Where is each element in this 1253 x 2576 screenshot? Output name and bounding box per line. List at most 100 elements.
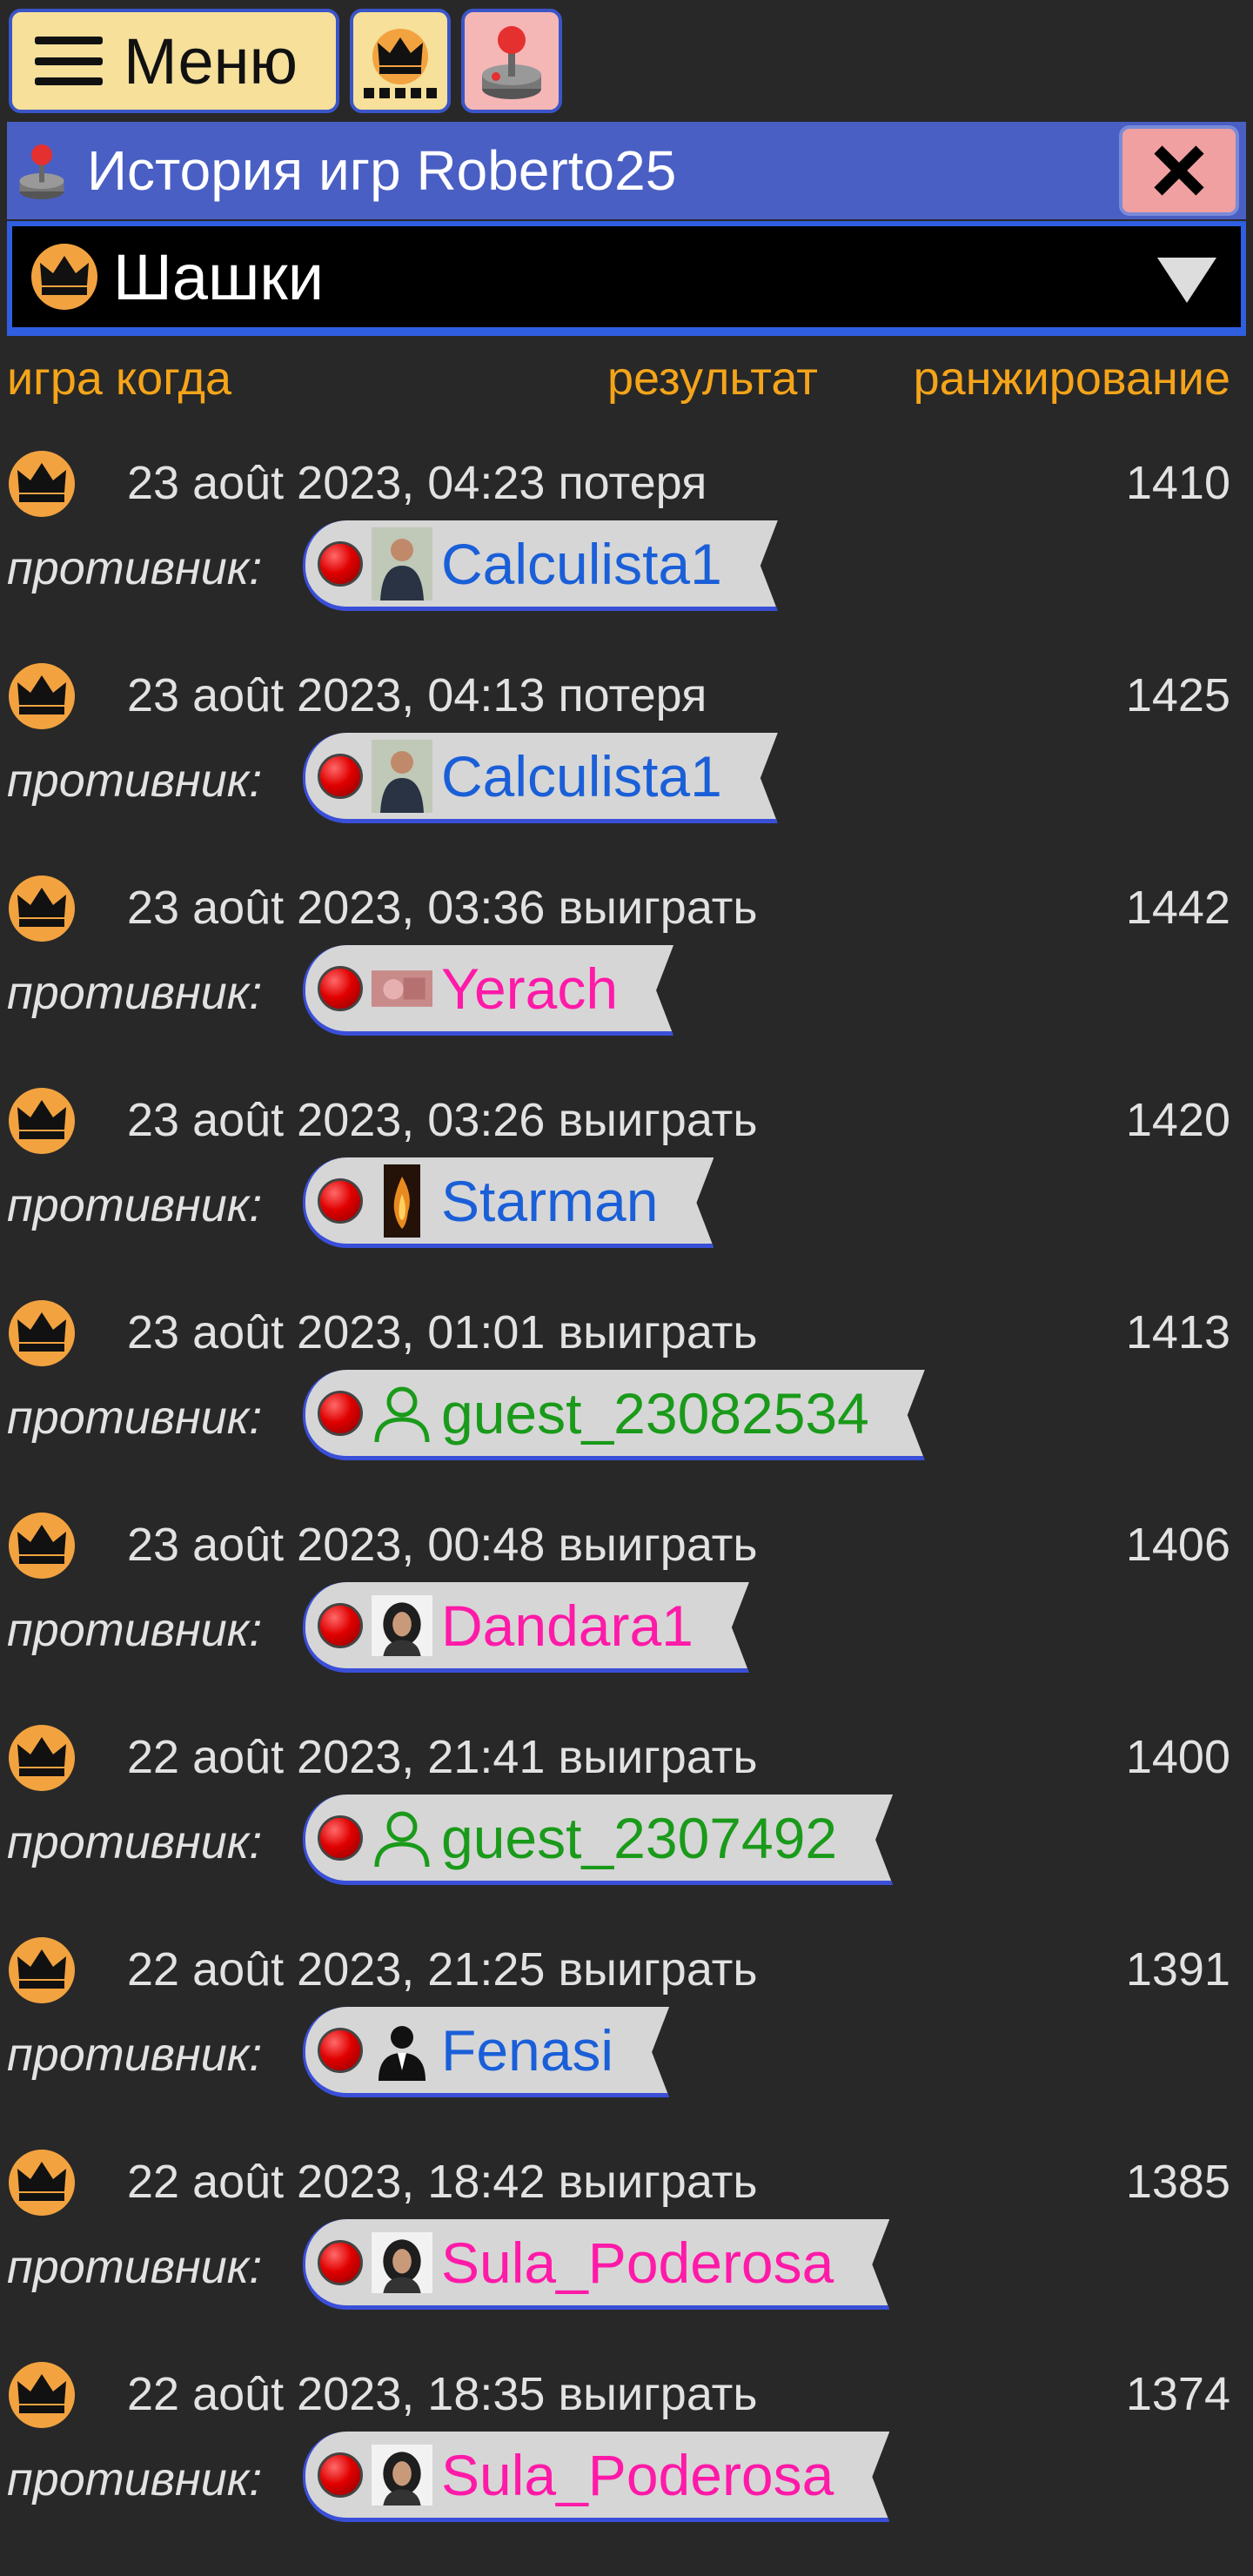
opponent-label: противник: bbox=[7, 1179, 263, 1231]
opponent-name: Calculista1 bbox=[441, 743, 722, 808]
game-when-result: 23 août 2023, 03:36 выиграть bbox=[127, 882, 758, 934]
title-bar: История игр Roberto25 bbox=[7, 122, 1246, 219]
opponent-name: Starman bbox=[441, 1168, 659, 1233]
opponent-chip[interactable]: Yerach bbox=[303, 945, 673, 1036]
opponent-name: Sula_Poderosa bbox=[441, 2442, 834, 2507]
game-rating: 1413 bbox=[1125, 1306, 1230, 1358]
joystick-button[interactable] bbox=[461, 9, 562, 113]
game-row[interactable]: 22 août 2023, 18:42 выиграть 1385 противни… bbox=[0, 2143, 1253, 2355]
opponent-name: guest_2307492 bbox=[441, 1805, 838, 1870]
game-when-result: 23 août 2023, 04:23 потеря bbox=[127, 457, 707, 509]
opponent-name: Sula_Poderosa bbox=[441, 2230, 834, 2295]
status-dot-icon bbox=[318, 966, 363, 1011]
top-toolbar: Меню bbox=[9, 9, 562, 117]
game-rating: 1385 bbox=[1125, 2156, 1230, 2208]
crown-icon bbox=[7, 1298, 77, 1372]
crown-icon bbox=[7, 1723, 77, 1797]
opponent-chip[interactable]: Calculista1 bbox=[303, 520, 778, 611]
game-row[interactable]: 23 août 2023, 03:26 выиграть 1420 противни… bbox=[0, 1081, 1253, 1293]
crown-icon bbox=[7, 874, 77, 948]
avatar bbox=[372, 533, 432, 594]
opponent-label: противник: bbox=[7, 1816, 263, 1868]
selected-game: Шашки bbox=[113, 240, 325, 313]
game-when-result: 22 août 2023, 21:41 выиграть bbox=[127, 1731, 758, 1783]
status-dot-icon bbox=[318, 1178, 363, 1224]
crown-icon bbox=[7, 2148, 77, 2222]
game-rating: 1374 bbox=[1125, 2368, 1230, 2420]
game-when-result: 23 août 2023, 04:13 потеря bbox=[127, 669, 707, 721]
game-rating: 1406 bbox=[1125, 1519, 1230, 1571]
table-header: игра когда результат ранжирование bbox=[0, 348, 1253, 409]
crown-icon bbox=[7, 2360, 77, 2434]
game-rating: 1442 bbox=[1125, 882, 1230, 934]
status-dot-icon bbox=[318, 2452, 363, 2498]
opponent-chip[interactable]: Starman bbox=[303, 1157, 714, 1248]
game-row[interactable]: 22 août 2023, 21:25 выиграть 1391 противни… bbox=[0, 1930, 1253, 2143]
header-game-when: игра когда bbox=[7, 352, 232, 405]
status-dot-icon bbox=[318, 2028, 363, 2073]
status-dot-icon bbox=[318, 2240, 363, 2285]
close-button[interactable] bbox=[1119, 125, 1239, 216]
opponent-chip[interactable]: Calculista1 bbox=[303, 733, 778, 823]
crown-icon bbox=[7, 1511, 77, 1585]
opponent-chip[interactable]: Fenasi bbox=[303, 2007, 669, 2097]
game-rating: 1410 bbox=[1125, 457, 1230, 509]
opponent-chip[interactable]: guest_2307492 bbox=[303, 1794, 893, 1885]
crown-icon bbox=[7, 1935, 77, 2009]
game-when-result: 22 août 2023, 21:25 выиграть bbox=[127, 1943, 758, 1996]
avatar bbox=[372, 2232, 432, 2293]
status-dot-icon bbox=[318, 1815, 363, 1861]
dropdown-arrow-icon bbox=[1157, 258, 1216, 303]
game-row[interactable]: 23 août 2023, 04:23 потеря 1410 противник:… bbox=[0, 444, 1253, 656]
games-list: 23 août 2023, 04:23 потеря 1410 противник:… bbox=[0, 444, 1253, 2567]
avatar bbox=[372, 746, 432, 807]
game-row[interactable]: 23 août 2023, 03:36 выиграть 1442 противни… bbox=[0, 869, 1253, 1081]
game-when-result: 22 août 2023, 18:42 выиграть bbox=[127, 2156, 758, 2208]
joystick-icon bbox=[482, 26, 541, 99]
status-dot-icon bbox=[318, 754, 363, 799]
opponent-chip[interactable]: Sula_Poderosa bbox=[303, 2432, 889, 2522]
header-result: результат bbox=[607, 352, 818, 405]
opponent-chip[interactable]: Sula_Poderosa bbox=[303, 2219, 889, 2310]
game-rating: 1400 bbox=[1125, 1731, 1230, 1783]
opponent-name: Calculista1 bbox=[441, 531, 722, 596]
opponent-chip[interactable]: guest_23082534 bbox=[303, 1370, 925, 1460]
dots-indicator bbox=[364, 88, 437, 98]
game-when-result: 22 août 2023, 18:35 выиграть bbox=[127, 2368, 758, 2420]
crown-games-button[interactable] bbox=[350, 9, 451, 113]
avatar bbox=[372, 1595, 432, 1656]
game-rating: 1391 bbox=[1125, 1943, 1230, 1996]
opponent-label: противник: bbox=[7, 2453, 263, 2506]
status-dot-icon bbox=[318, 541, 363, 587]
opponent-chip[interactable]: Dandara1 bbox=[303, 1582, 749, 1673]
opponent-label: противник: bbox=[7, 1392, 263, 1444]
opponent-name: Yerach bbox=[441, 956, 619, 1021]
status-dot-icon bbox=[318, 1603, 363, 1648]
game-row[interactable]: 22 août 2023, 18:35 выиграть 1374 противни… bbox=[0, 2355, 1253, 2567]
opponent-name: Dandara1 bbox=[441, 1593, 694, 1658]
menu-button[interactable]: Меню bbox=[9, 9, 339, 113]
crown-icon bbox=[7, 1086, 77, 1160]
game-rating: 1425 bbox=[1125, 669, 1230, 721]
menu-label: Меню bbox=[124, 24, 298, 97]
crown-icon bbox=[7, 661, 77, 735]
avatar bbox=[372, 1383, 432, 1444]
status-dot-icon bbox=[318, 1391, 363, 1436]
header-rating: ранжирование bbox=[913, 352, 1230, 405]
close-icon bbox=[1154, 145, 1204, 196]
game-row[interactable]: 22 août 2023, 21:41 выиграть 1400 противни… bbox=[0, 1718, 1253, 1930]
game-when-result: 23 août 2023, 00:48 выиграть bbox=[127, 1519, 758, 1571]
game-row[interactable]: 23 août 2023, 01:01 выиграть 1413 противни… bbox=[0, 1293, 1253, 1506]
opponent-label: противник: bbox=[7, 542, 263, 594]
avatar bbox=[372, 1808, 432, 1868]
avatar bbox=[372, 2020, 432, 2081]
opponent-name: Fenasi bbox=[441, 2017, 614, 2083]
opponent-label: противник: bbox=[7, 1604, 263, 1656]
game-type-select[interactable]: Шашки bbox=[7, 221, 1246, 336]
game-row[interactable]: 23 août 2023, 00:48 выиграть 1406 противни… bbox=[0, 1506, 1253, 1718]
opponent-label: противник: bbox=[7, 967, 263, 1019]
opponent-name: guest_23082534 bbox=[441, 1380, 869, 1446]
crown-icon bbox=[372, 29, 428, 84]
opponent-label: противник: bbox=[7, 2241, 263, 2293]
game-row[interactable]: 23 août 2023, 04:13 потеря 1425 противник:… bbox=[0, 656, 1253, 869]
